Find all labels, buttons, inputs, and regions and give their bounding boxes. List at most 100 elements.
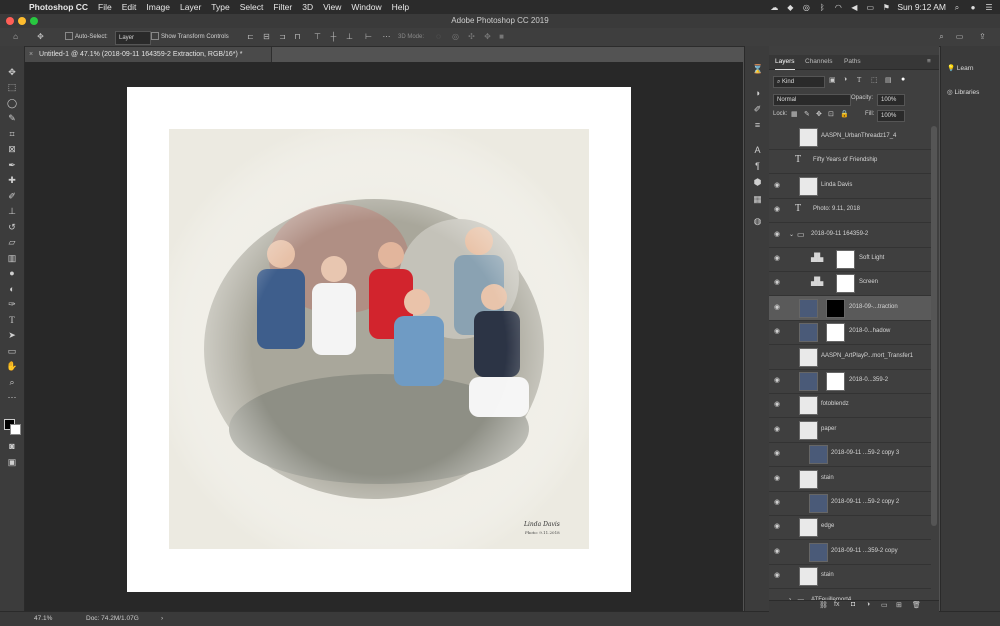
menu-type[interactable]: Type: [211, 2, 229, 12]
battery-icon[interactable]: ▭: [865, 3, 875, 12]
layer-thumbnail[interactable]: [799, 372, 818, 391]
flag-icon[interactable]: ⚑: [881, 3, 891, 12]
lasso-tool-icon[interactable]: ◯: [6, 97, 18, 109]
layer-thumbnail[interactable]: [799, 323, 818, 343]
lock-all-icon[interactable]: 🔒: [840, 110, 849, 118]
layer-name[interactable]: 2018-09-11 164359-2: [811, 231, 868, 237]
layer-name[interactable]: Screen: [859, 279, 878, 285]
minimize-window-icon[interactable]: [18, 17, 26, 25]
layer-name[interactable]: stain: [821, 475, 834, 481]
3d-slide-icon[interactable]: ✥: [483, 32, 492, 41]
home-icon[interactable]: ⌂: [11, 32, 20, 41]
panel-menu-icon[interactable]: ≡: [927, 55, 931, 69]
tab-channels[interactable]: Channels: [805, 55, 832, 69]
visibility-eye-icon[interactable]: ◉: [774, 572, 782, 580]
layer-row[interactable]: ◉ Linda Davis: [769, 174, 931, 199]
layer-name[interactable]: 2018-09-11 ...359-2 copy: [831, 548, 898, 554]
link-layers-icon[interactable]: ⛓: [819, 601, 828, 609]
fx-icon[interactable]: fx: [834, 601, 839, 608]
menu-app-name[interactable]: Photoshop CC: [29, 2, 88, 12]
distribute-middle-icon[interactable]: ┼: [329, 32, 338, 41]
layer-thumbnail[interactable]: [799, 420, 818, 440]
more-options-icon[interactable]: ⋯: [382, 32, 391, 41]
layer-name[interactable]: Soft Light: [859, 255, 884, 261]
layer-mask-thumbnail[interactable]: [836, 274, 855, 294]
layer-name[interactable]: Linda Davis: [821, 182, 852, 188]
add-mask-icon[interactable]: ◘: [851, 601, 855, 608]
layer-row[interactable]: AASPN_ArtPlayP...mort_Transfer1: [769, 345, 931, 370]
3d-orbit-icon[interactable]: ◌: [434, 32, 443, 41]
paragraph-panel-icon[interactable]: ¶: [752, 161, 763, 172]
filter-type-icon[interactable]: T: [857, 76, 861, 84]
layer-row[interactable]: ◉ ▟▙ Screen: [769, 271, 931, 297]
quick-mask-icon[interactable]: ◙: [6, 440, 18, 452]
visibility-eye-icon[interactable]: ◉: [774, 279, 782, 287]
layer-thumbnail[interactable]: [799, 128, 818, 147]
brush-tool-icon[interactable]: ✐: [6, 190, 18, 202]
marquee-tool-icon[interactable]: ⬚: [6, 81, 18, 93]
close-window-icon[interactable]: [6, 17, 14, 25]
filter-pixel-icon[interactable]: ▣: [829, 76, 836, 84]
layer-mask-thumbnail[interactable]: [826, 298, 845, 318]
visibility-eye-icon[interactable]: ◉: [774, 499, 782, 507]
filter-shape-icon[interactable]: ⬚: [871, 76, 878, 84]
layer-name[interactable]: Fifty Years of Friendship: [813, 157, 877, 163]
visibility-eye-icon[interactable]: ◉: [774, 231, 782, 239]
visibility-eye-icon[interactable]: ◉: [774, 304, 782, 312]
blur-tool-icon[interactable]: ●: [6, 267, 18, 279]
layer-name[interactable]: AASPN_ArtPlayP...mort_Transfer1: [821, 353, 913, 359]
opacity-field[interactable]: 100%: [877, 94, 905, 106]
character-panel-icon[interactable]: A: [752, 145, 763, 156]
layer-row[interactable]: ◉ stain: [769, 467, 931, 492]
sync-icon[interactable]: ◎: [801, 3, 811, 12]
layer-row[interactable]: ◉ stain: [769, 564, 931, 590]
path-selection-icon[interactable]: ➤: [6, 329, 18, 341]
menu-edit[interactable]: Edit: [122, 2, 137, 12]
bluetooth-icon[interactable]: ᛒ: [817, 3, 827, 12]
share-icon[interactable]: ⇪: [978, 32, 987, 41]
menu-3d[interactable]: 3D: [302, 2, 313, 12]
brush-settings-icon[interactable]: ✐: [752, 104, 763, 115]
layer-thumbnail[interactable]: [799, 347, 818, 367]
visibility-eye-icon[interactable]: ◉: [774, 401, 782, 409]
layer-mask-thumbnail[interactable]: [836, 250, 855, 269]
blend-mode-dropdown[interactable]: Normal: [773, 94, 851, 106]
notification-center-icon[interactable]: ☰: [984, 3, 994, 12]
zoom-tool-icon[interactable]: ⌕: [6, 376, 18, 388]
eyedropper-icon[interactable]: ✒: [6, 159, 18, 171]
tab-paths[interactable]: Paths: [844, 55, 861, 69]
layer-thumbnail[interactable]: [809, 542, 828, 562]
show-transform-checkbox[interactable]: Show Transform Controls: [151, 31, 229, 43]
healing-brush-icon[interactable]: ✚: [6, 174, 18, 186]
layer-mask-thumbnail[interactable]: [826, 323, 845, 343]
visibility-eye-icon[interactable]: ◉: [774, 328, 782, 336]
background-color-swatch[interactable]: [10, 424, 21, 435]
visibility-eye-icon[interactable]: ◉: [774, 548, 782, 556]
visibility-eye-icon[interactable]: ◉: [774, 377, 782, 385]
layer-name[interactable]: 2018-0...hadow: [849, 328, 890, 334]
close-tab-icon[interactable]: ×: [29, 51, 33, 58]
layer-thumbnail[interactable]: [799, 469, 818, 489]
properties-panel-icon[interactable]: ≡: [752, 120, 763, 131]
layer-name[interactable]: 2018-09-11 ...59-2 copy 2: [831, 499, 899, 505]
rectangle-tool-icon[interactable]: ▭: [6, 345, 18, 357]
visibility-eye-icon[interactable]: ◉: [774, 426, 782, 434]
menu-layer[interactable]: Layer: [180, 2, 201, 12]
workspace-icon[interactable]: ▭: [955, 32, 964, 41]
layer-row[interactable]: T Fifty Years of Friendship: [769, 149, 931, 175]
history-brush-icon[interactable]: ↺: [6, 221, 18, 233]
menu-help[interactable]: Help: [392, 2, 409, 12]
zoom-window-icon[interactable]: [30, 17, 38, 25]
tab-layers[interactable]: Layers: [775, 55, 795, 70]
visibility-eye-icon[interactable]: [774, 353, 782, 361]
new-adjustment-icon[interactable]: ◑: [866, 601, 870, 608]
auto-select-checkbox[interactable]: Auto-Select:: [65, 31, 108, 43]
layer-row[interactable]: AASPN_UrbanThreadz17_4: [769, 125, 931, 150]
menu-view[interactable]: View: [323, 2, 341, 12]
volume-icon[interactable]: ◀: [849, 3, 859, 12]
frame-tool-icon[interactable]: ⊠: [6, 143, 18, 155]
gradient-tool-icon[interactable]: ▥: [6, 252, 18, 264]
new-layer-icon[interactable]: ⊞: [896, 601, 902, 609]
swatches-panel-icon[interactable]: ▦: [752, 194, 763, 205]
new-group-icon[interactable]: ▭: [881, 601, 888, 609]
